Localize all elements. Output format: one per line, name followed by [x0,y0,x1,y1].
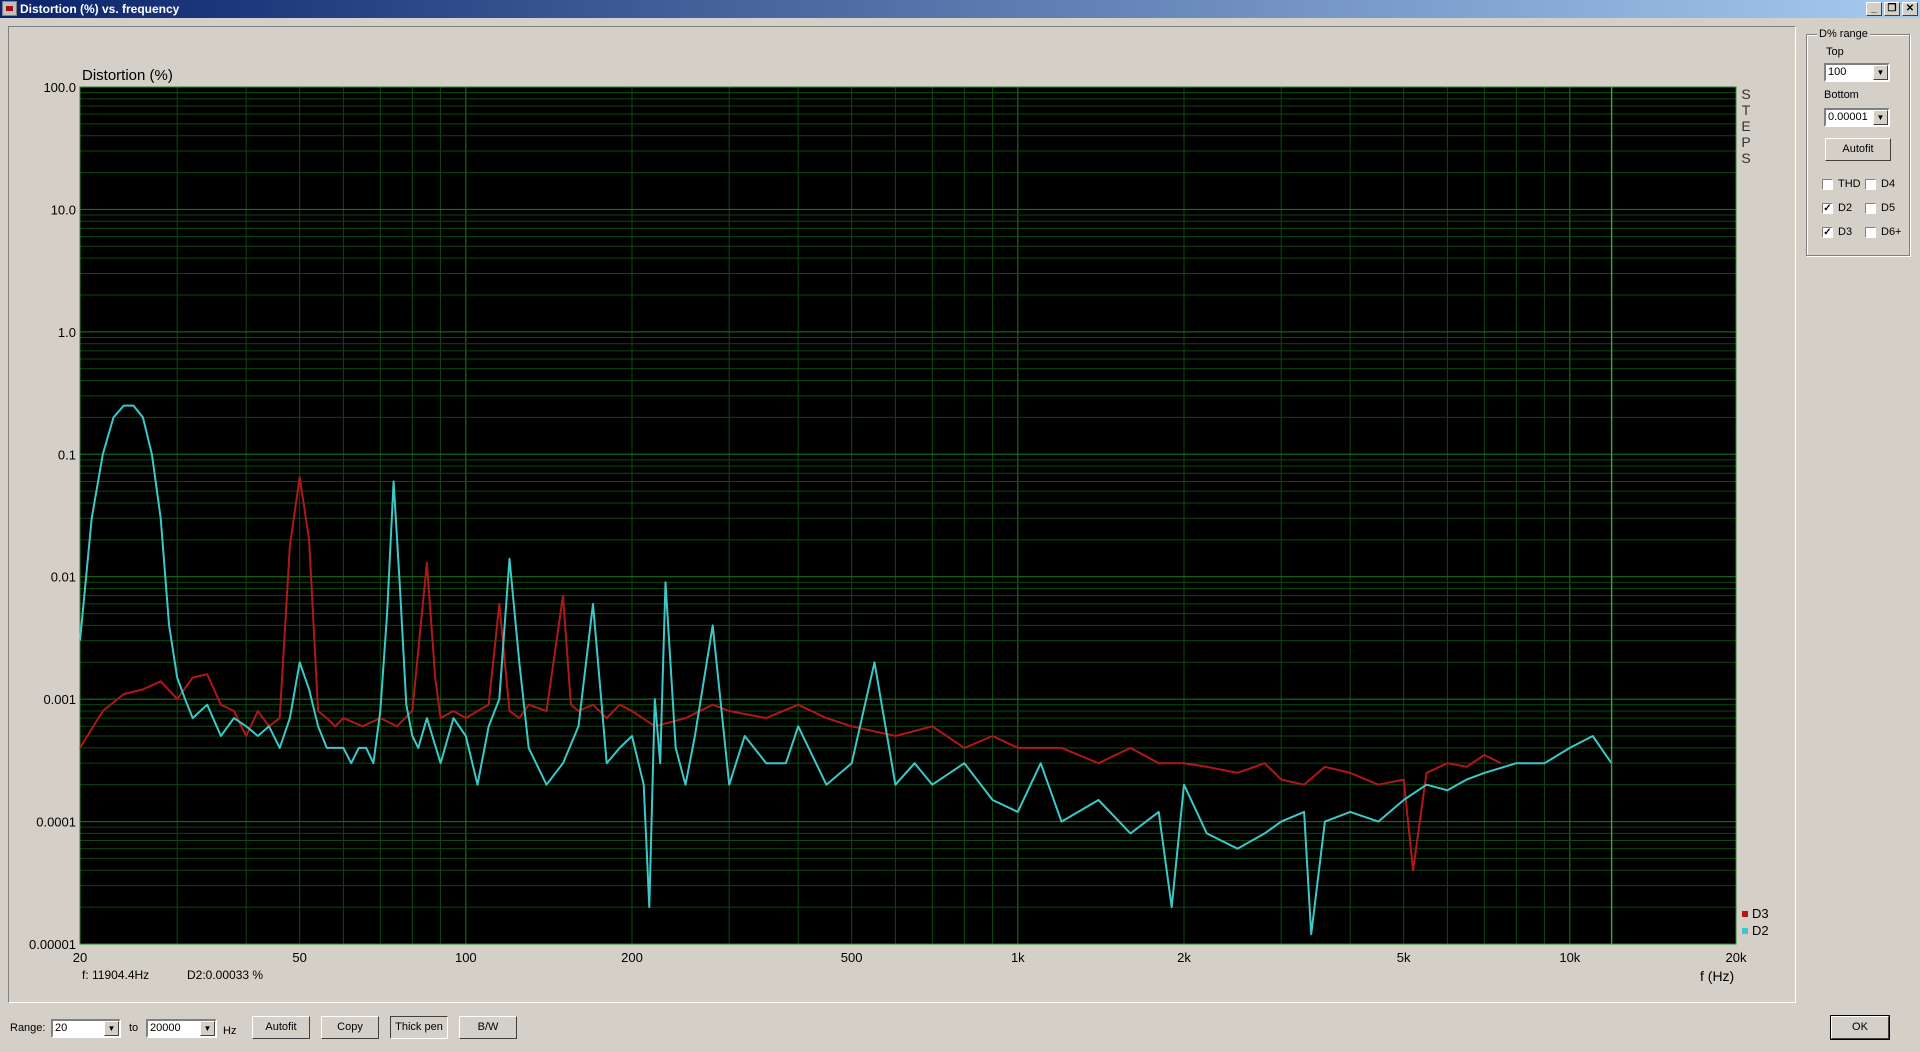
x-tick-label: 10k [1559,950,1580,965]
checkbox-d2[interactable]: ✓ D2 [1822,202,1852,214]
copy-button[interactable]: Copy [321,1016,379,1039]
legend-label: D2 [1752,923,1769,938]
steps-letter: T [1742,102,1751,118]
steps-letter: S [1741,86,1750,102]
chart-title: Distortion (%) [82,67,173,84]
range-from-select[interactable]: 20 ▼ [51,1019,121,1038]
checkbox-label: D5 [1881,202,1896,214]
hz-label: Hz [223,1025,237,1037]
chevron-down-icon[interactable]: ▼ [104,1021,119,1036]
legend: D3D2 [1742,906,1769,938]
checkbox-label: THD [1838,178,1861,190]
checkbox-label: D4 [1881,178,1896,190]
chevron-down-icon[interactable]: ▼ [200,1021,215,1036]
x-tick-label: 100 [455,950,477,965]
bottom-select-value: 0.00001 [1828,111,1868,123]
to-label: to [129,1022,139,1034]
x-tick-label: 20k [1726,950,1747,965]
checkbox-box[interactable] [1822,178,1833,190]
y-tick-label: 0.001 [43,692,76,707]
checkbox-d4[interactable]: D4 [1865,178,1895,190]
top-select-value: 100 [1828,66,1847,78]
bottom-select[interactable]: 0.00001 ▼ [1824,108,1890,127]
range-label: Range: [10,1022,46,1034]
steps-letter: P [1741,134,1750,150]
checkbox-d5[interactable]: D5 [1865,202,1895,214]
plot-area[interactable] [80,87,1736,944]
checkbox-box[interactable] [1865,226,1876,238]
panel-autofit-button[interactable]: Autofit [1825,138,1891,161]
range-from-value: 20 [55,1022,68,1034]
x-tick-label: 50 [292,950,306,965]
checkbox-box[interactable] [1865,202,1876,214]
x-axis-label: f (Hz) [1700,968,1734,984]
y-tick-label: 10.0 [51,202,76,217]
cursor-value: D2:0.00033 % [187,968,264,982]
bw-button[interactable]: B/W [459,1016,517,1039]
checkbox-box[interactable]: ✓ [1822,226,1833,238]
checkbox-label: D2 [1838,202,1853,214]
chevron-down-icon[interactable]: ▼ [1873,65,1888,80]
steps-label: STEPS [1741,86,1750,166]
x-tick-label: 5k [1397,950,1411,965]
cursor-frequency: f: 11904.4Hz [82,968,150,982]
legend-label: D3 [1752,906,1769,921]
checkbox-label: D6+ [1881,226,1902,238]
footer-autofit-button[interactable]: Autofit [252,1016,310,1039]
checkbox-d3[interactable]: ✓ D3 [1822,226,1852,238]
bottom-label: Bottom [1824,89,1859,101]
top-select[interactable]: 100 ▼ [1824,63,1890,82]
x-tick-label: 20 [73,950,87,965]
y-tick-label: 0.1 [58,447,76,462]
y-tick-label: 0.0001 [36,815,76,830]
checkbox-d6plus[interactable]: D6+ [1865,226,1902,238]
top-label: Top [1826,46,1844,58]
checkbox-label: D3 [1838,226,1853,238]
distortion-chart[interactable]: 20 50 100 200 500 1k 2k 5k 10k 20k 100.0 10.0 1.0 0.1… [0,0,1920,1052]
y-tick-label: 0.01 [51,570,76,585]
legend-swatch [1742,928,1748,934]
x-tick-label: 200 [621,950,643,965]
d-range-group-label: D% range [1817,28,1870,40]
thick-pen-button[interactable]: Thick pen [390,1016,448,1039]
steps-letter: E [1741,118,1750,134]
range-to-select[interactable]: 20000 ▼ [146,1019,217,1038]
steps-letter: S [1741,150,1750,166]
ok-button[interactable]: OK [1830,1015,1890,1040]
range-to-value: 20000 [150,1022,181,1034]
x-tick-label: 2k [1177,950,1191,965]
x-tick-label: 500 [841,950,863,965]
y-tick-label: 100.0 [43,80,76,95]
y-tick-label: 1.0 [58,325,76,340]
legend-swatch [1742,911,1748,917]
checkbox-thd[interactable]: THD [1822,178,1861,190]
x-tick-label: 1k [1011,950,1025,965]
chevron-down-icon[interactable]: ▼ [1873,110,1888,125]
checkbox-box[interactable]: ✓ [1822,202,1833,214]
y-tick-label: 0.00001 [29,937,76,952]
checkbox-box[interactable] [1865,178,1876,190]
